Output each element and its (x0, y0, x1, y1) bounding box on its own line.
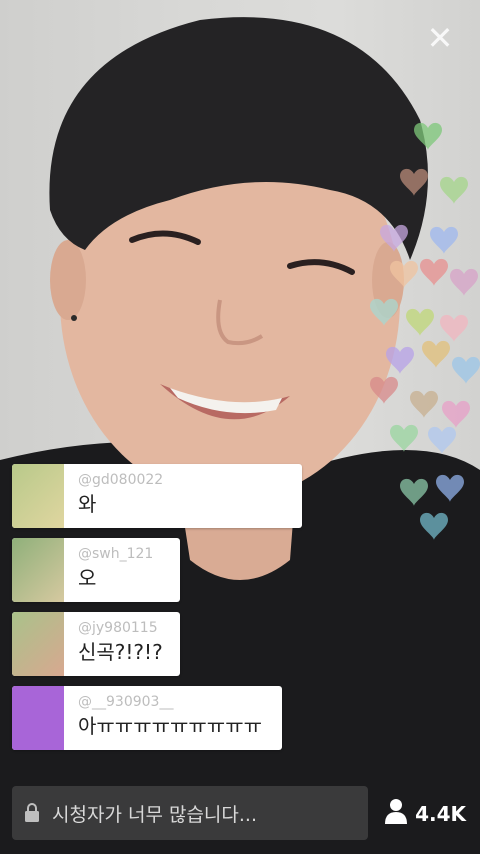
comment-message: 와 (78, 492, 97, 516)
avatar[interactable] (12, 538, 64, 602)
comment-username: @__930903__ (78, 694, 174, 710)
live-video: ✕ @gd080022 와 @swh_121 오 @jy980115 신곡?!?… (0, 0, 480, 854)
heart-icon (370, 122, 480, 540)
comment-username: @gd080022 (78, 472, 164, 488)
comment-username: @swh_121 (78, 546, 154, 562)
comment-item: @__930903__ 아ㅠㅠㅠㅠㅠㅠㅠㅠㅠ (12, 686, 282, 750)
avatar[interactable] (12, 464, 64, 528)
bottom-bar: 시청자가 너무 많습니다... 4.4K (0, 770, 480, 854)
comment-input[interactable]: 시청자가 너무 많습니다... (12, 786, 368, 840)
comment-item: @gd080022 와 (12, 464, 302, 528)
comment-item: @swh_121 오 (12, 538, 180, 602)
comment-list: @gd080022 와 @swh_121 오 @jy980115 신곡?!?!?… (12, 464, 302, 760)
avatar[interactable] (12, 686, 64, 750)
comment-item: @jy980115 신곡?!?!? (12, 612, 180, 676)
close-icon[interactable]: ✕ (422, 20, 458, 56)
input-placeholder: 시청자가 너무 많습니다... (52, 803, 257, 826)
comment-message: 아ㅠㅠㅠㅠㅠㅠㅠㅠㅠ (78, 714, 262, 738)
avatar[interactable] (12, 612, 64, 676)
comment-username: @jy980115 (78, 620, 158, 636)
comment-message: 신곡?!?!? (78, 640, 163, 664)
viewer-count: 4.4K (385, 798, 466, 829)
comment-message: 오 (78, 566, 97, 590)
lock-icon (12, 803, 52, 823)
viewer-count-label: 4.4K (415, 801, 466, 826)
person-icon (385, 798, 408, 829)
